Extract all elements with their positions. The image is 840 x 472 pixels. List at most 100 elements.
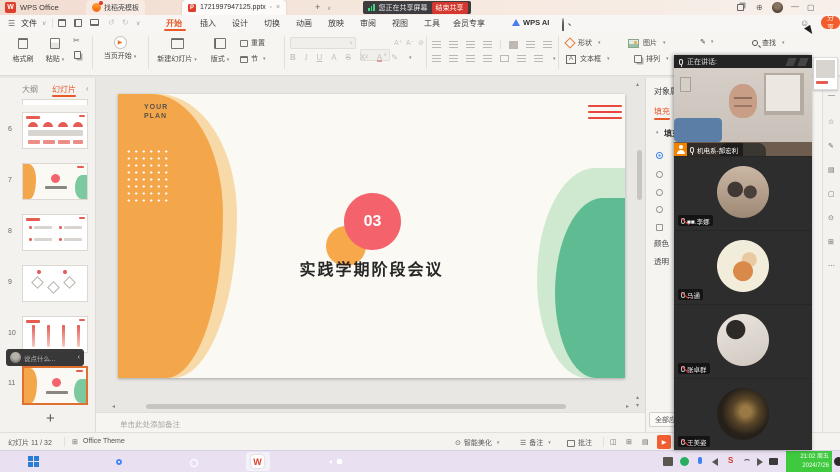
ribbon-tab-tools[interactable]: 工具 xyxy=(424,18,440,29)
align-right-icon[interactable] xyxy=(466,55,475,62)
superscript-button[interactable]: X² xyxy=(360,53,368,62)
tray-notification-icon[interactable] xyxy=(834,457,840,466)
slide-5-partial[interactable] xyxy=(22,99,88,105)
slide-thumbnail-10[interactable] xyxy=(22,316,88,353)
tab-list-caret[interactable]: ∨ xyxy=(327,5,331,12)
notes-bar[interactable]: 单击此处添加备注 xyxy=(96,412,645,432)
slide-thumbnail-7[interactable] xyxy=(22,163,88,200)
wps-home-button[interactable]: W WPS Office xyxy=(5,2,59,13)
bold-button[interactable]: B xyxy=(290,53,296,62)
next-slide-icon[interactable]: ▾ xyxy=(636,402,639,409)
windows-start-icon[interactable] xyxy=(28,456,39,467)
clear-format-icon[interactable]: ⊘ xyxy=(418,39,424,47)
format-painter-button[interactable]: 格式刷 xyxy=(8,36,38,64)
shapes-button[interactable]: 形状▾ xyxy=(566,38,601,48)
participant-tile-4[interactable]: 王美姿 xyxy=(674,378,812,451)
ribbon-tab-insert[interactable]: 插入 xyxy=(200,18,216,29)
save-icon[interactable] xyxy=(58,19,66,27)
strip-grid-icon[interactable]: ⊞ xyxy=(828,238,834,246)
columns-icon[interactable] xyxy=(534,55,543,62)
paste-button[interactable]: 粘贴▾ xyxy=(42,36,68,64)
slideshow-play-button[interactable]: ▶ xyxy=(657,435,671,449)
justify-icon[interactable] xyxy=(483,55,492,62)
slide-canvas[interactable]: YOURPLAN 03 实践学期阶段会议 xyxy=(118,94,625,378)
indent-icon[interactable] xyxy=(483,41,492,48)
wifi-icon[interactable] xyxy=(743,459,751,467)
file-menu[interactable]: 文件 xyxy=(21,18,37,29)
picture-button[interactable]: 图片▾ xyxy=(628,38,666,48)
distribute-icon[interactable] xyxy=(500,55,509,62)
strip-read-icon[interactable]: ▤ xyxy=(828,166,835,174)
volume-icon[interactable] xyxy=(757,458,763,466)
tray-speaker-icon[interactable] xyxy=(712,458,718,466)
underline-button[interactable]: U xyxy=(316,53,322,62)
ribbon-tab-home[interactable]: 开始 xyxy=(166,18,182,29)
account-avatar[interactable] xyxy=(772,2,783,13)
section-button[interactable]: 节▾ xyxy=(240,54,266,64)
slide-title[interactable]: 实践学期阶段会议 xyxy=(118,256,625,280)
strip-pen-icon[interactable]: ✎ xyxy=(828,142,834,150)
participant-tile-1[interactable]: ■■.李娜 xyxy=(674,156,812,230)
undo-icon[interactable]: ↺ xyxy=(108,18,115,27)
find-button[interactable]: 查找▾ xyxy=(752,38,785,48)
wps-taskbar-icon[interactable]: W xyxy=(251,455,264,468)
menu-icon[interactable]: ☰ xyxy=(8,19,15,28)
align-center-icon[interactable] xyxy=(449,55,458,62)
beautify-button[interactable]: ⊙智能美化▾ xyxy=(455,438,499,448)
line-spacing-icon[interactable] xyxy=(517,55,526,62)
prev-slide-icon[interactable]: ▴ xyxy=(636,394,639,401)
share-button[interactable]: 分享 xyxy=(821,16,840,29)
numbering-icon[interactable] xyxy=(449,41,458,48)
ribbon-tab-slideshow[interactable]: 放映 xyxy=(328,18,344,29)
slide-thumbnail-11-selected[interactable] xyxy=(22,366,88,405)
slides-tab[interactable]: 幻灯片 xyxy=(52,84,76,95)
slide-thumbnail-9[interactable] xyxy=(22,265,88,302)
pin-icon[interactable]: ▫ xyxy=(270,5,272,11)
char-underline-button[interactable]: A xyxy=(331,53,336,62)
workspace-icon[interactable] xyxy=(737,4,744,11)
tray-mic-icon[interactable] xyxy=(698,457,702,464)
play-from-current-button[interactable]: ▶ 当页开始▾ xyxy=(98,36,142,61)
bullets-icon[interactable] xyxy=(432,41,441,48)
strip-minimize-icon[interactable]: — xyxy=(828,92,835,99)
read-view-icon[interactable]: ▤ xyxy=(642,438,649,446)
layout-button[interactable]: 版式▾ xyxy=(206,36,234,64)
fill-option-2-radio[interactable] xyxy=(656,171,663,178)
cut-icon[interactable]: ✂ xyxy=(73,36,80,45)
participant-tile-3[interactable]: 张卓群 xyxy=(674,304,812,378)
normal-view-icon[interactable]: ◫ xyxy=(610,438,617,446)
theme-name[interactable]: Office Theme xyxy=(83,438,125,445)
tray-camera-icon[interactable] xyxy=(769,458,778,465)
edit-tool-button[interactable]: ✎▾ xyxy=(700,38,713,46)
italic-button[interactable]: I xyxy=(305,53,308,62)
ribbon-tab-animation[interactable]: 动画 xyxy=(296,18,312,29)
fill-option-3-radio[interactable] xyxy=(656,189,663,196)
sorter-view-icon[interactable]: ⊞ xyxy=(626,438,632,446)
stop-share-button[interactable]: 结束共享 xyxy=(432,2,468,14)
fill-option-4-radio[interactable] xyxy=(656,206,663,213)
add-slide-button[interactable]: + xyxy=(46,410,55,427)
outdent-icon[interactable] xyxy=(466,41,475,48)
fill-option-checkbox[interactable] xyxy=(656,224,663,231)
reset-button[interactable]: 重置 xyxy=(240,38,265,48)
close-tab-icon[interactable]: × xyxy=(276,4,280,11)
ribbon-tab-review[interactable]: 审阅 xyxy=(360,18,376,29)
output-icon[interactable] xyxy=(74,19,82,27)
comments-button[interactable]: 批注 xyxy=(567,438,592,448)
font-decrease-icon[interactable]: A⁻ xyxy=(406,39,414,47)
slide-thumbnail-8[interactable] xyxy=(22,214,88,251)
tray-picture-icon[interactable] xyxy=(663,457,673,466)
strip-beautify-icon[interactable]: ⊙ xyxy=(828,214,834,222)
highlight-button[interactable]: ✎ xyxy=(391,53,398,62)
arrange-button[interactable]: 排列▾ xyxy=(634,54,669,64)
strip-star-icon[interactable]: ☆ xyxy=(828,118,834,126)
print-icon[interactable] xyxy=(90,19,99,26)
strip-restore-icon[interactable]: ▢ xyxy=(828,190,835,198)
horizontal-scrollbar[interactable] xyxy=(146,404,566,409)
fill-tab[interactable]: 填充 xyxy=(654,106,670,117)
notes-button[interactable]: ☰备注▾ xyxy=(520,438,551,448)
tab-document[interactable]: P 1721997947125.pptx ▫ × xyxy=(182,0,286,15)
outline-tab[interactable]: 大纲 xyxy=(22,84,38,95)
copy-icon[interactable] xyxy=(74,51,81,59)
globe-icon[interactable]: ⊕ xyxy=(756,3,763,12)
